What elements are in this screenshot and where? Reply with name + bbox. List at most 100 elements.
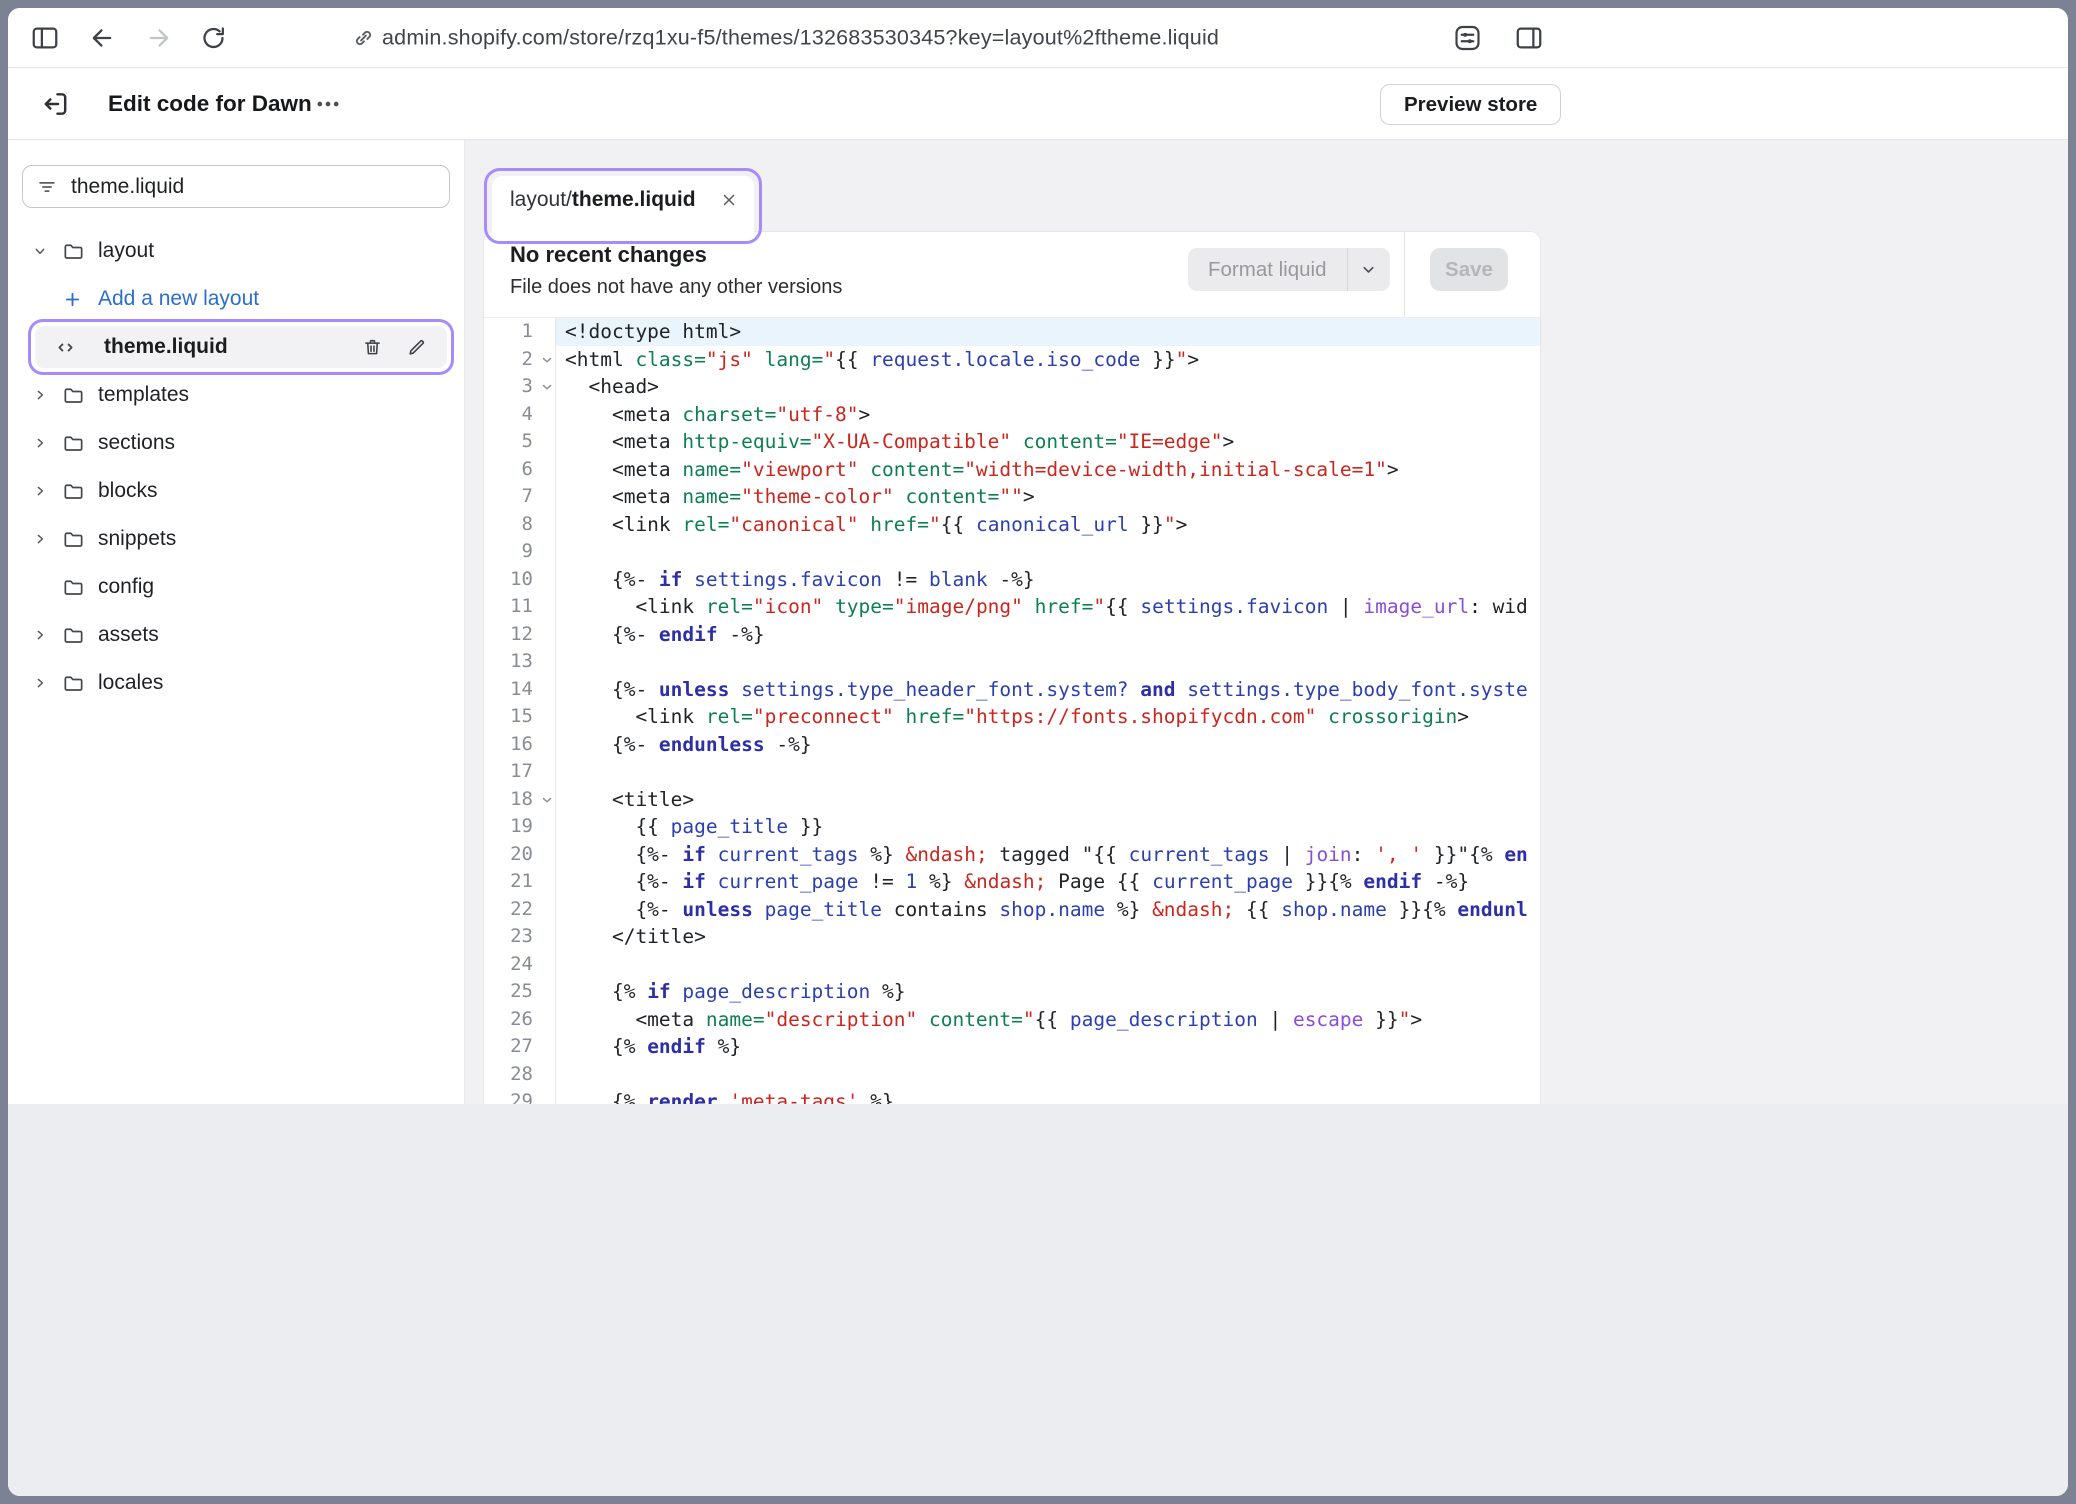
folder-label: locales (98, 671, 163, 695)
code-line[interactable]: 11 <link rel="icon" type="image/png" hre… (484, 593, 1540, 621)
code-line[interactable]: 20 {%- if current_tags %} &ndash; tagged… (484, 841, 1540, 869)
line-number: 10 (510, 566, 533, 594)
line-number-gutter: 13 (484, 648, 556, 676)
line-number-gutter: 8 (484, 511, 556, 539)
page-title: Edit code for Dawn (108, 91, 312, 117)
plus-icon (62, 289, 83, 310)
code-line[interactable]: 21 {%- if current_page != 1 %} &ndash; P… (484, 868, 1540, 896)
editor-main: layout/theme.liquid No recent changes Fi… (465, 140, 2068, 1104)
line-number-gutter: 5 (484, 428, 556, 456)
sidebar-item-layout[interactable]: layout (8, 227, 464, 275)
code-line[interactable]: 23 </title> (484, 923, 1540, 951)
folder-label: layout (98, 239, 154, 263)
fold-chevron-icon[interactable] (540, 353, 554, 367)
line-number-gutter: 25 (484, 978, 556, 1006)
code-line[interactable]: 29 {% render 'meta-tags' %} (484, 1088, 1540, 1104)
folder-icon (62, 480, 85, 503)
code-editor[interactable]: 1<!doctype html>2<html class="js" lang="… (484, 318, 1540, 1104)
code-line[interactable]: 9 (484, 538, 1540, 566)
sidebar-item-assets[interactable]: assets (8, 611, 464, 659)
panel-right-icon[interactable] (1514, 23, 1544, 53)
line-number: 3 (522, 373, 533, 401)
code-line[interactable]: 10 {%- if settings.favicon != blank -%} (484, 566, 1540, 594)
code-line[interactable]: 5 <meta http-equiv="X-UA-Compatible" con… (484, 428, 1540, 456)
preview-store-button[interactable]: Preview store (1380, 84, 1561, 125)
chevron-right-icon[interactable] (32, 675, 62, 691)
code-text: <!doctype html> (556, 318, 1540, 346)
code-line[interactable]: 7 <meta name="theme-color" content=""> (484, 483, 1540, 511)
more-icon[interactable] (314, 90, 342, 118)
fold-chevron-icon[interactable] (540, 793, 554, 807)
code-text: {%- if settings.favicon != blank -%} (556, 566, 1540, 594)
file-search-box[interactable] (22, 165, 450, 208)
rename-file-button[interactable] (406, 337, 427, 358)
code-line[interactable]: 22 {%- unless page_title contains shop.n… (484, 896, 1540, 924)
code-line[interactable]: 4 <meta charset="utf-8"> (484, 401, 1540, 429)
line-number-gutter: 28 (484, 1061, 556, 1089)
chevron-right-icon[interactable] (32, 531, 62, 547)
back-icon[interactable] (88, 24, 116, 52)
sidebar-item-theme-liquid[interactable]: theme.liquid (8, 323, 464, 371)
code-line[interactable]: 15 <link rel="preconnect" href="https://… (484, 703, 1540, 731)
sidebar-item-blocks[interactable]: blocks (8, 467, 464, 515)
chevron-right-icon[interactable] (32, 435, 62, 451)
plus-icon (62, 289, 98, 310)
selection-ring: theme.liquid (28, 319, 454, 375)
sidebar-item-templates[interactable]: templates (8, 371, 464, 419)
chevron-down-icon[interactable] (1348, 248, 1390, 291)
delete-file-button[interactable] (362, 337, 383, 358)
url-bar[interactable]: admin.shopify.com/store/rzq1xu-f5/themes… (382, 25, 1219, 50)
chevron-right-icon[interactable] (32, 627, 62, 643)
sidebar-item-add-a-new-layout[interactable]: Add a new layout (8, 275, 464, 323)
format-liquid-button[interactable]: Format liquid (1188, 248, 1390, 291)
exit-icon[interactable] (40, 88, 71, 119)
sidebar-item-sections[interactable]: sections (8, 419, 464, 467)
sidebar-item-snippets[interactable]: snippets (8, 515, 464, 563)
tab-theme-liquid[interactable]: layout/theme.liquid (492, 176, 754, 232)
code-text: <head> (556, 373, 1540, 401)
line-number-gutter: 14 (484, 676, 556, 704)
code-line[interactable]: 27 {% endif %} (484, 1033, 1540, 1061)
close-icon[interactable] (720, 191, 738, 209)
fold-chevron-icon[interactable] (540, 380, 554, 394)
save-button[interactable]: Save (1430, 248, 1508, 291)
code-line[interactable]: 12 {%- endif -%} (484, 621, 1540, 649)
line-number: 9 (522, 538, 533, 566)
code-line[interactable]: 8 <link rel="canonical" href="{{ canonic… (484, 511, 1540, 539)
line-number-gutter: 3 (484, 373, 556, 401)
search-input[interactable] (71, 175, 436, 199)
code-line[interactable]: 16 {%- endunless -%} (484, 731, 1540, 759)
line-number-gutter: 26 (484, 1006, 556, 1034)
chevron-right-icon[interactable] (32, 387, 62, 403)
trash-icon (362, 337, 383, 358)
page-settings-icon[interactable] (1452, 22, 1483, 53)
code-text: {{ page_title }} (556, 813, 1540, 841)
code-text: <meta charset="utf-8"> (556, 401, 1540, 429)
file-tree: layout Add a new layout theme.liquid tem… (8, 227, 464, 707)
filter-icon (36, 176, 58, 198)
code-line[interactable]: 18 <title> (484, 786, 1540, 814)
chevron-down-icon[interactable] (32, 243, 62, 259)
code-line[interactable]: 6 <meta name="viewport" content="width=d… (484, 456, 1540, 484)
code-line[interactable]: 19 {{ page_title }} (484, 813, 1540, 841)
sidebar-item-locales[interactable]: locales (8, 659, 464, 707)
code-line[interactable]: 3 <head> (484, 373, 1540, 401)
chevron-right-icon[interactable] (32, 483, 62, 499)
line-number-gutter: 19 (484, 813, 556, 841)
code-line[interactable]: 17 (484, 758, 1540, 786)
code-text: <title> (556, 786, 1540, 814)
code-line[interactable]: 1<!doctype html> (484, 318, 1540, 346)
forward-icon[interactable] (145, 24, 173, 52)
code-line[interactable]: 28 (484, 1061, 1540, 1089)
panel-left-icon[interactable] (30, 23, 60, 53)
sidebar-item-config[interactable]: config (8, 563, 464, 611)
line-number: 2 (522, 346, 533, 374)
reload-icon[interactable] (200, 24, 227, 51)
code-line[interactable]: 13 (484, 648, 1540, 676)
code-line[interactable]: 2<html class="js" lang="{{ request.local… (484, 346, 1540, 374)
code-text (556, 648, 1540, 676)
code-line[interactable]: 26 <meta name="description" content="{{ … (484, 1006, 1540, 1034)
code-line[interactable]: 24 (484, 951, 1540, 979)
code-line[interactable]: 25 {% if page_description %} (484, 978, 1540, 1006)
code-line[interactable]: 14 {%- unless settings.type_header_font.… (484, 676, 1540, 704)
